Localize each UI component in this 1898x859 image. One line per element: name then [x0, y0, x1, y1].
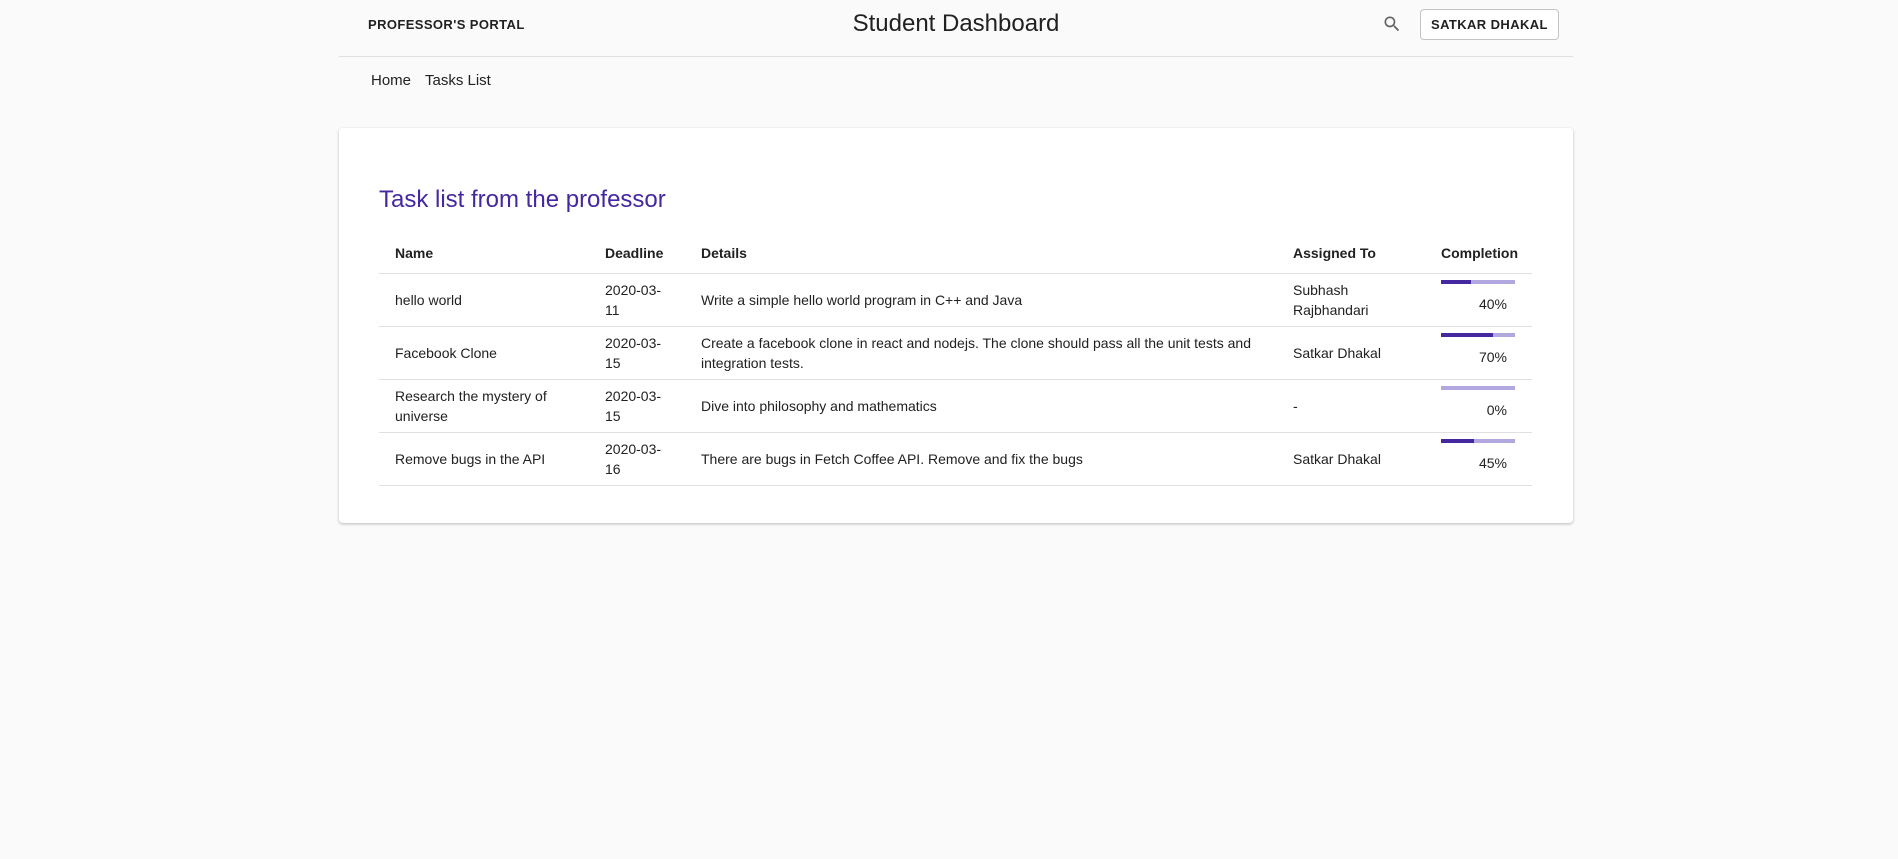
- completion-percent: 70%: [1478, 348, 1507, 365]
- task-deadline: 2020-03-15: [589, 379, 685, 433]
- card-title: Task list from the professor: [379, 186, 666, 213]
- progress-bar: [1441, 385, 1515, 390]
- breadcrumb-nav: Home Tasks List: [339, 57, 1573, 127]
- completion-percent: 40%: [1478, 295, 1507, 312]
- task-name: hello world: [379, 273, 589, 327]
- task-name: Facebook Clone: [379, 326, 589, 380]
- task-list-card: Task list from the professor Name Deadli…: [339, 128, 1573, 523]
- column-header-completion: Completion: [1425, 233, 1532, 274]
- search-button[interactable]: [1380, 12, 1404, 36]
- completion-percent: 45%: [1478, 454, 1507, 471]
- table-row[interactable]: Research the mystery of universe 2020-03…: [379, 379, 1532, 433]
- user-account-button[interactable]: SATKAR DHAKAL: [1420, 9, 1559, 40]
- progress-bar-fill: [1441, 279, 1471, 284]
- task-deadline: 2020-03-16: [589, 432, 685, 486]
- task-assigned-to: Satkar Dhakal: [1277, 326, 1425, 380]
- column-header-name: Name: [379, 233, 589, 274]
- task-name: Research the mystery of universe: [379, 379, 589, 433]
- column-header-deadline: Deadline: [589, 233, 685, 274]
- progress-bar: [1441, 279, 1515, 284]
- task-deadline: 2020-03-15: [589, 326, 685, 380]
- task-details: Dive into philosophy and mathematics: [685, 379, 1277, 433]
- table-row[interactable]: Facebook Clone 2020-03-15 Create a faceb…: [379, 326, 1532, 380]
- task-deadline: 2020-03-11: [589, 273, 685, 327]
- task-details: Write a simple hello world program in C+…: [685, 273, 1277, 327]
- task-details: There are bugs in Fetch Coffee API. Remo…: [685, 432, 1277, 486]
- progress-bar-fill: [1441, 438, 1475, 443]
- progress-bar-fill: [1441, 332, 1493, 337]
- nav-link-tasks-list[interactable]: Tasks List: [425, 72, 491, 89]
- completion-percent: 0%: [1486, 401, 1507, 418]
- task-completion: 40%: [1425, 273, 1532, 327]
- app-container: PROFESSOR'S PORTAL Student Dashboard SAT…: [339, 0, 1573, 523]
- task-completion: 0%: [1425, 379, 1532, 433]
- task-assigned-to: Satkar Dhakal: [1277, 432, 1425, 486]
- table-row[interactable]: hello world 2020-03-11 Write a simple he…: [379, 273, 1532, 327]
- search-icon: [1384, 16, 1400, 32]
- column-header-assigned: Assigned To: [1277, 233, 1425, 274]
- column-header-details: Details: [685, 233, 1277, 274]
- task-completion: 45%: [1425, 432, 1532, 486]
- table-header-row: Name Deadline Details Assigned To Comple…: [379, 233, 1532, 274]
- nav-link-home[interactable]: Home: [371, 72, 411, 89]
- task-assigned-to: Subhash Rajbhandari: [1277, 273, 1425, 327]
- progress-bar: [1441, 438, 1515, 443]
- task-completion: 70%: [1425, 326, 1532, 380]
- progress-bar: [1441, 332, 1515, 337]
- task-assigned-to: -: [1277, 379, 1425, 433]
- task-table: Name Deadline Details Assigned To Comple…: [379, 233, 1532, 486]
- task-name: Remove bugs in the API: [379, 432, 589, 486]
- table-row[interactable]: Remove bugs in the API 2020-03-16 There …: [379, 432, 1532, 486]
- top-app-bar: PROFESSOR'S PORTAL Student Dashboard SAT…: [339, 0, 1573, 57]
- task-details: Create a facebook clone in react and nod…: [685, 326, 1277, 380]
